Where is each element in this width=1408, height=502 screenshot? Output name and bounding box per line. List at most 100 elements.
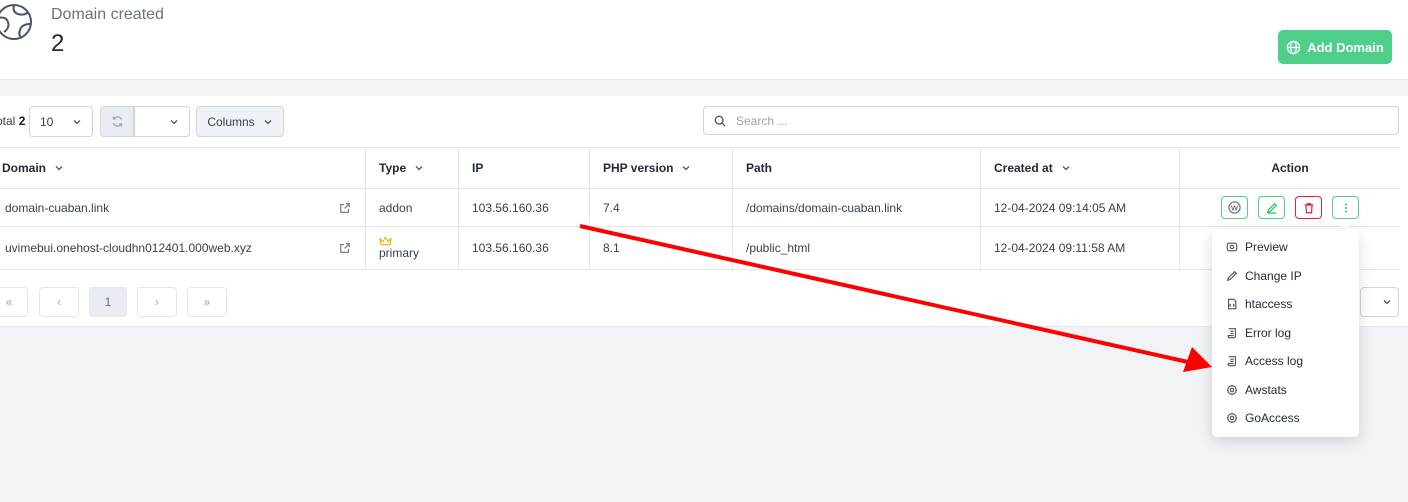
trash-icon bbox=[1304, 202, 1313, 213]
table-header: Domain Type IP PHP version Path Created … bbox=[0, 147, 1400, 189]
header-ip: IP bbox=[459, 148, 590, 188]
chevron-down-icon bbox=[683, 166, 690, 171]
edit-button[interactable] bbox=[1258, 196, 1285, 219]
more-vertical-icon bbox=[1344, 203, 1347, 212]
domains-card: otal 2 10 Columns Domain Type IP PHP ver… bbox=[0, 96, 1408, 327]
pencil-icon bbox=[1226, 270, 1238, 281]
arrow-head bbox=[1183, 347, 1212, 372]
actions-menu: Preview Change IP htaccess Error log Acc… bbox=[1212, 229, 1359, 437]
chevron-down-icon bbox=[170, 119, 178, 124]
external-link-icon[interactable] bbox=[339, 242, 351, 254]
scroll-icon bbox=[1227, 327, 1236, 339]
columns-label: Columns bbox=[207, 114, 255, 129]
header-label: Action bbox=[1271, 161, 1309, 175]
svg-text:W: W bbox=[1231, 203, 1238, 212]
page-first-button[interactable]: « bbox=[0, 287, 28, 317]
columns-button[interactable]: Columns bbox=[196, 106, 284, 137]
php-cell: 8.1 bbox=[590, 227, 733, 269]
total-count: otal 2 bbox=[0, 114, 25, 128]
per-page-select[interactable] bbox=[1360, 287, 1399, 317]
domain-link[interactable]: domain-cuaban.link bbox=[5, 201, 109, 215]
pencil-icon bbox=[1266, 202, 1277, 214]
page-last-button[interactable]: » bbox=[187, 287, 227, 317]
search-box bbox=[703, 106, 1399, 135]
menu-item-label: Error log bbox=[1245, 325, 1292, 340]
more-button[interactable] bbox=[1332, 196, 1359, 219]
preview-icon bbox=[1226, 242, 1238, 252]
refresh-interval-select[interactable] bbox=[134, 106, 190, 137]
delete-button[interactable] bbox=[1295, 196, 1322, 219]
ip-cell: 103.56.160.36 bbox=[459, 227, 590, 269]
page-next-button[interactable]: › bbox=[137, 287, 177, 317]
created-cell: 12-04-2024 09:14:05 AM bbox=[981, 189, 1180, 226]
action-cell: W bbox=[1180, 189, 1400, 226]
total-value: 2 bbox=[18, 114, 26, 128]
file-code-icon bbox=[1228, 298, 1237, 310]
refresh-button[interactable] bbox=[100, 106, 134, 137]
menu-item-label: Awstats bbox=[1245, 382, 1287, 397]
header-label: Type bbox=[379, 161, 407, 175]
domain-link[interactable]: uvimebui.onehost-cloudhn012401.000web.xy… bbox=[5, 241, 252, 255]
menu-item-access-log[interactable]: Access log bbox=[1212, 347, 1359, 376]
header-label: Path bbox=[746, 161, 773, 175]
search-icon bbox=[714, 115, 726, 127]
type-cell: primary bbox=[366, 227, 459, 269]
header-path: Path bbox=[733, 148, 981, 188]
path-cell: /public_html bbox=[733, 227, 981, 269]
menu-caret bbox=[1339, 222, 1353, 229]
chevron-down-icon bbox=[1383, 300, 1390, 305]
menu-item-label: htaccess bbox=[1245, 297, 1293, 312]
header-label: IP bbox=[472, 161, 484, 175]
type-label: primary bbox=[379, 246, 420, 260]
header-domain[interactable]: Domain bbox=[0, 148, 366, 188]
domain-cell: uvimebui.onehost-cloudhn012401.000web.xy… bbox=[0, 227, 366, 269]
menu-item-htaccess[interactable]: htaccess bbox=[1212, 290, 1359, 319]
page-current-button[interactable]: 1 bbox=[89, 287, 127, 317]
menu-item-label: GoAccess bbox=[1245, 411, 1300, 426]
domain-cell: domain-cuaban.link bbox=[0, 189, 366, 226]
chevron-down-icon bbox=[73, 119, 81, 124]
table-row: domain-cuaban.link addon 103.56.160.36 7… bbox=[0, 189, 1400, 227]
globe-icon bbox=[1286, 40, 1301, 54]
path-cell: /domains/domain-cuaban.link bbox=[733, 189, 981, 226]
gear-icon bbox=[1226, 413, 1238, 424]
wordpress-button[interactable]: W bbox=[1221, 196, 1248, 219]
created-cell: 12-04-2024 09:11:58 AM bbox=[981, 227, 1180, 269]
header-php-version[interactable]: PHP version bbox=[590, 148, 733, 188]
type-cell: addon bbox=[366, 189, 459, 226]
stat-label: Domain created bbox=[51, 6, 164, 23]
header-created-at[interactable]: Created at bbox=[981, 148, 1180, 188]
menu-item-change-ip[interactable]: Change IP bbox=[1212, 262, 1359, 291]
menu-item-label: Preview bbox=[1245, 240, 1288, 255]
menu-item-awstats[interactable]: Awstats bbox=[1212, 376, 1359, 405]
page-prev-button[interactable]: ‹ bbox=[39, 287, 79, 317]
menu-item-goaccess[interactable]: GoAccess bbox=[1212, 404, 1359, 433]
external-link-icon[interactable] bbox=[339, 202, 351, 214]
php-cell: 7.4 bbox=[590, 189, 733, 226]
table-row: uvimebui.onehost-cloudhn012401.000web.xy… bbox=[0, 227, 1400, 270]
chevron-down-icon bbox=[415, 166, 423, 171]
menu-item-label: Access log bbox=[1245, 354, 1304, 369]
menu-item-preview[interactable]: Preview bbox=[1212, 233, 1359, 262]
chevron-down-icon bbox=[1062, 166, 1070, 171]
stat-card: Domain created 2 Add Domain bbox=[0, 0, 1408, 80]
chevron-down-icon bbox=[55, 166, 63, 171]
header-type[interactable]: Type bbox=[366, 148, 459, 188]
add-domain-label: Add Domain bbox=[1307, 39, 1384, 55]
header-label: Domain bbox=[2, 161, 47, 175]
add-domain-button[interactable]: Add Domain bbox=[1278, 30, 1392, 64]
search-input[interactable] bbox=[736, 113, 1336, 128]
menu-item-error-log[interactable]: Error log bbox=[1212, 319, 1359, 348]
page-size-value: 10 bbox=[40, 114, 54, 129]
page-size-select[interactable]: 10 bbox=[29, 106, 93, 137]
refresh-icon bbox=[112, 116, 122, 127]
stat-value: 2 bbox=[51, 30, 65, 57]
ip-cell: 103.56.160.36 bbox=[459, 189, 590, 226]
header-action: Action bbox=[1180, 148, 1400, 188]
wordpress-icon: W bbox=[1228, 201, 1241, 214]
chevron-down-icon bbox=[264, 119, 272, 124]
gear-icon bbox=[1226, 384, 1238, 395]
scroll-icon bbox=[1227, 356, 1236, 367]
header-label: Created at bbox=[994, 161, 1053, 175]
total-label: otal bbox=[0, 114, 16, 128]
